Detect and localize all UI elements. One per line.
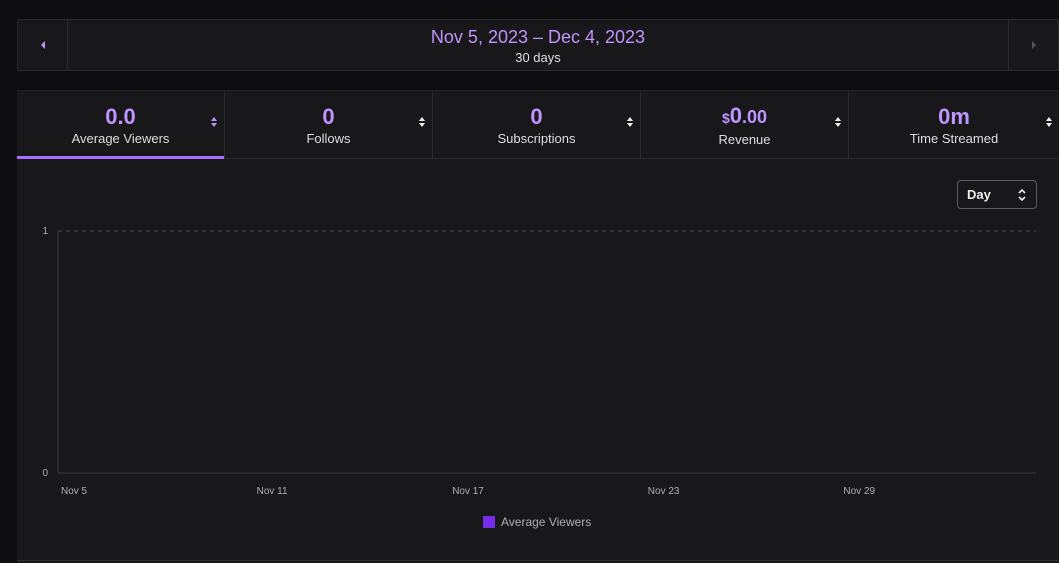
x-tick-label: Nov 11 [257,486,288,497]
legend-label: Average Viewers [501,515,592,529]
chevron-left-icon [40,41,45,49]
chart-legend[interactable]: Average Viewers [483,515,591,529]
x-tick-label: Nov 5 [61,486,88,497]
date-range-display: Nov 5, 2023 – Dec 4, 2023 30 days [68,20,1008,70]
previous-period-button[interactable] [18,20,68,70]
y-tick-label: 0 [42,468,48,479]
date-range-text: Nov 5, 2023 – Dec 4, 2023 [430,26,646,47]
chevron-right-icon [1031,41,1036,49]
next-period-button[interactable] [1008,20,1058,70]
stats-panel: 0.0 Average Viewers 0 Follows 0 Subscrip… [17,90,1059,563]
panel-divider [17,560,1059,561]
average-viewers-chart: 0 1 Nov 5 Nov 11 Nov 17 Nov 23 Nov 29 [42,226,1036,497]
legend-swatch [483,516,495,528]
y-tick-label: 1 [42,226,48,237]
date-range-bar: Nov 5, 2023 – Dec 4, 2023 30 days [17,19,1059,71]
x-tick-label: Nov 17 [452,486,484,497]
x-tick-label: Nov 23 [648,486,680,497]
x-tick-label: Nov 29 [843,486,875,497]
date-range-duration: 30 days [515,49,561,65]
